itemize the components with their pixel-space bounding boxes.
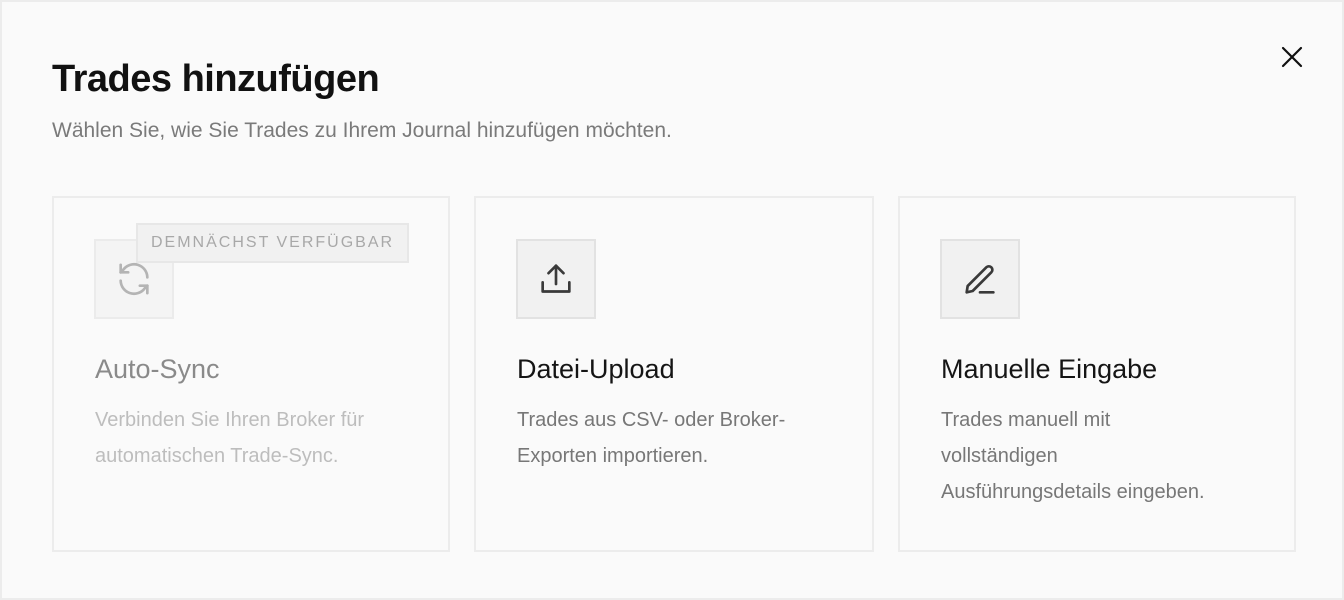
card-description-line: Exporten importieren.: [517, 445, 709, 467]
option-card-auto-sync: DEMNÄCHST VERFÜGBAR Auto-Sync Verbinden …: [52, 196, 450, 552]
coming-soon-badge: DEMNÄCHST VERFÜGBAR: [136, 223, 410, 263]
upload-icon: [541, 264, 571, 293]
close-icon: [1281, 46, 1303, 68]
card-description-line: Ausführungsdetails eingeben.: [941, 481, 1205, 503]
card-description-line: Trades aus CSV- oder Broker-: [517, 409, 786, 431]
card-description: Verbinden Sie Ihren Broker für automatis…: [95, 402, 364, 474]
card-title: Datei-Upload: [517, 354, 675, 384]
refresh-icon: [119, 262, 149, 296]
dialog-subtitle: Wählen Sie, wie Sie Trades zu Ihrem Jour…: [52, 119, 672, 142]
card-description-line: Trades manuell mit: [941, 409, 1111, 431]
card-description: Trades aus CSV- oder Broker- Exporten im…: [517, 402, 785, 474]
card-description-line: vollständigen: [941, 445, 1058, 467]
card-icon-box: [940, 239, 1020, 319]
add-trades-dialog: Trades hinzufügen Wählen Sie, wie Sie Tr…: [0, 0, 1344, 600]
pencil-icon: [965, 264, 995, 294]
card-description-line: automatischen Trade-Sync.: [95, 445, 339, 467]
card-title: Manuelle Eingabe: [941, 354, 1158, 384]
card-description: Trades manuell mit vollständigen Ausführ…: [941, 402, 1205, 510]
dialog-title: Trades hinzufügen: [52, 58, 380, 100]
close-button[interactable]: [1275, 40, 1309, 74]
option-card-manual-entry[interactable]: Manuelle Eingabe Trades manuell mit voll…: [898, 196, 1296, 552]
card-icon-box: [516, 239, 596, 319]
card-description-line: Verbinden Sie Ihren Broker für: [95, 409, 365, 431]
card-title: Auto-Sync: [95, 354, 220, 384]
option-card-file-upload[interactable]: Datei-Upload Trades aus CSV- oder Broker…: [474, 196, 874, 552]
